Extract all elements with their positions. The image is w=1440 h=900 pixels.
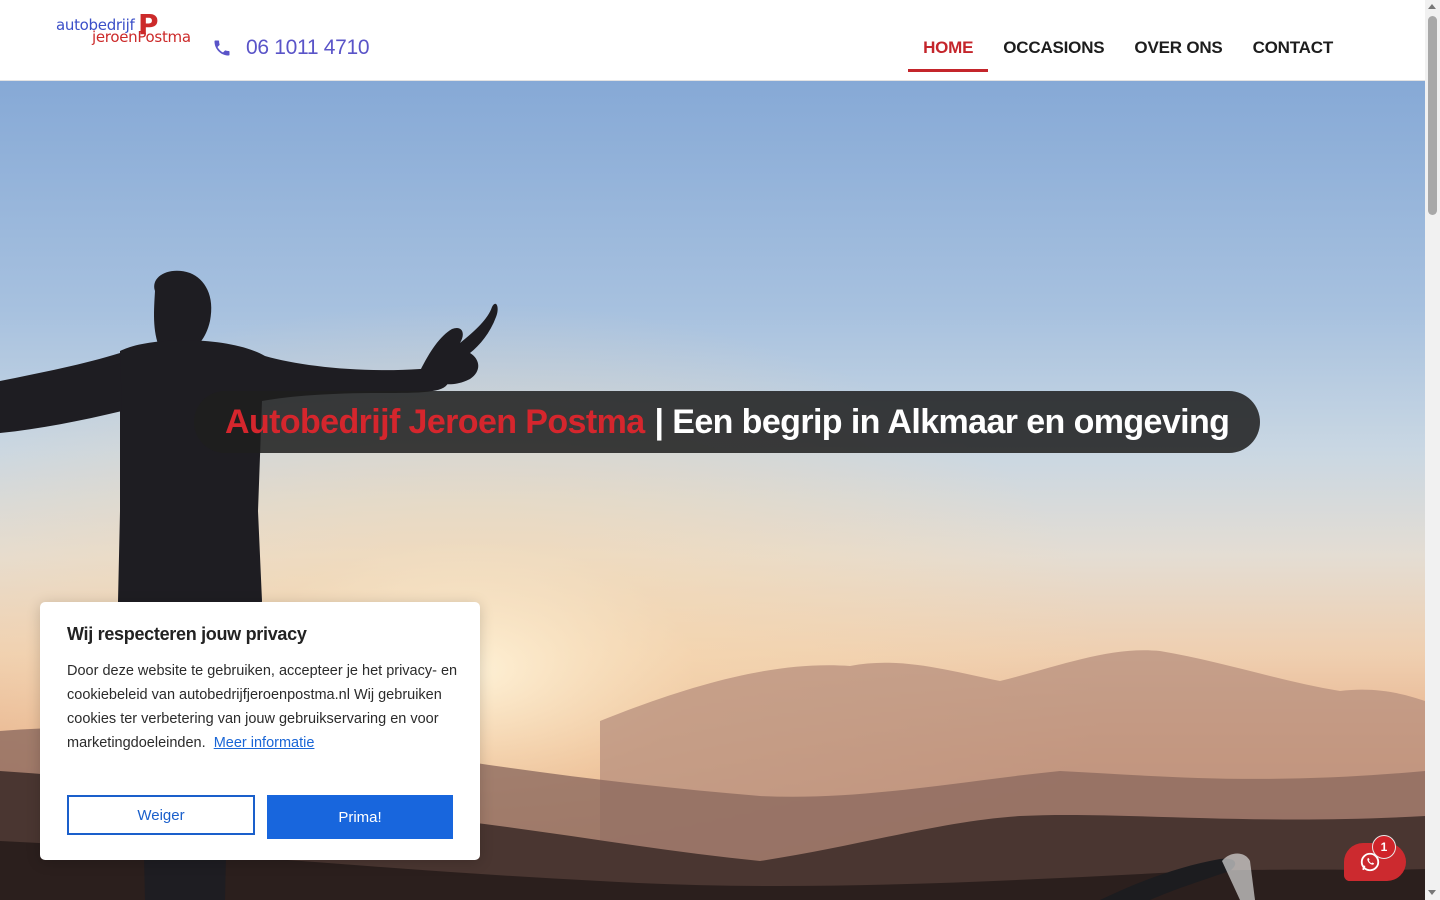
- cookie-decline-button[interactable]: Weiger: [67, 795, 255, 835]
- hero-title-brand: Autobedrijf Jeroen Postma: [225, 402, 645, 441]
- cookie-title: Wij respecteren jouw privacy: [67, 624, 307, 644]
- scroll-up-icon[interactable]: [1428, 4, 1436, 9]
- chat-unread-badge: 1: [1372, 835, 1396, 859]
- phone-icon: [214, 40, 230, 56]
- cookie-accept-button[interactable]: Prima!: [267, 795, 453, 839]
- nav-contact[interactable]: CONTACT: [1238, 28, 1348, 72]
- hero-title-tagline: | Een begrip in Alkmaar en omgeving: [654, 402, 1230, 441]
- cookie-banner: Wij respecteren jouw privacy Door deze w…: [40, 602, 480, 860]
- cookie-text: Door deze website te gebruiken, acceptee…: [67, 659, 459, 755]
- phone-link[interactable]: 06 1011 4710: [212, 34, 370, 62]
- whatsapp-chat-button[interactable]: 1: [1344, 835, 1406, 881]
- page-scrollbar[interactable]: [1425, 0, 1440, 900]
- scroll-thumb[interactable]: [1428, 16, 1437, 215]
- site-header: autobedrijf P jeroenPostma 06 1011 4710 …: [0, 0, 1425, 81]
- nav-occasions[interactable]: OCCASIONS: [988, 28, 1119, 72]
- phone-number: 06 1011 4710: [246, 36, 370, 59]
- nav-over-ons[interactable]: OVER ONS: [1119, 28, 1237, 72]
- main-nav: HOME OCCASIONS OVER ONS CONTACT: [908, 28, 1348, 72]
- logo-line-2: jeroenPostma: [92, 28, 191, 46]
- cookie-more-info-link[interactable]: Meer informatie: [214, 735, 315, 751]
- scroll-down-icon[interactable]: [1428, 890, 1436, 895]
- site-logo[interactable]: autobedrijf P jeroenPostma: [56, 11, 196, 48]
- nav-home[interactable]: HOME: [908, 28, 989, 72]
- hero-title: Autobedrijf Jeroen Postma | Een begrip i…: [194, 391, 1261, 453]
